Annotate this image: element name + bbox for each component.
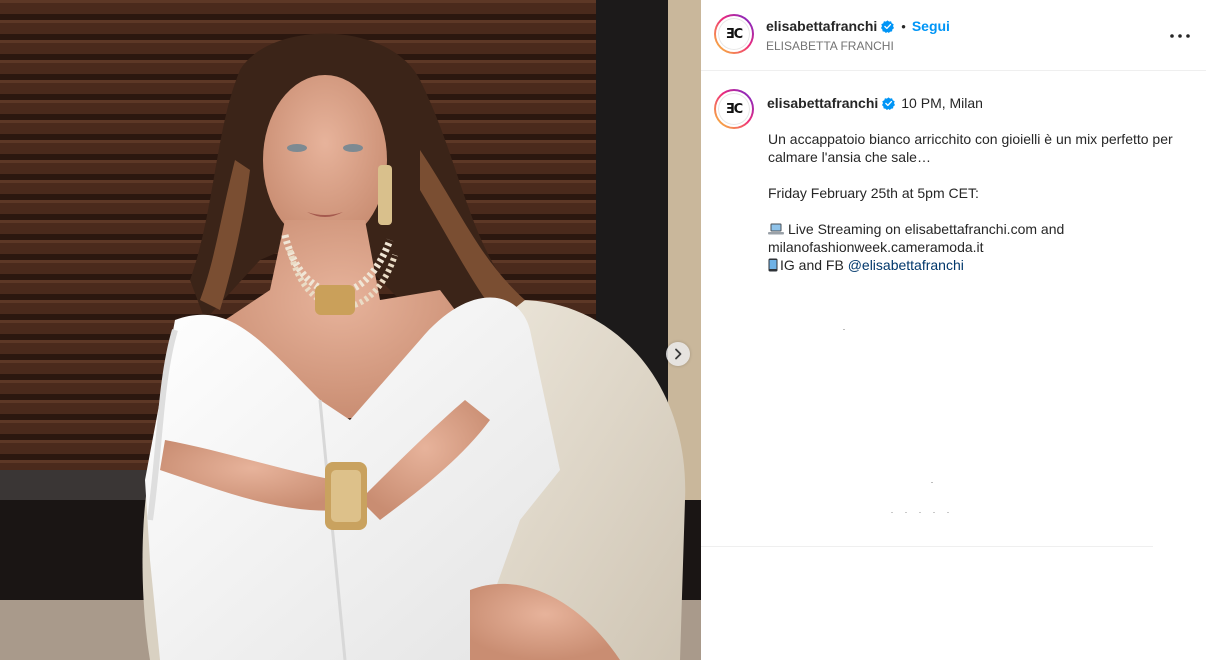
social-text: IG and FB: [780, 257, 848, 273]
caption-paragraph-2: Friday February 25th at 5pm CET:: [768, 185, 979, 201]
next-image-button[interactable]: [666, 342, 690, 366]
streaming-text: Live Streaming on elisabettafranchi.com …: [768, 221, 1065, 255]
verified-badge-icon: [882, 96, 896, 110]
caption-avatar-image: ƎC: [716, 91, 752, 127]
caption-text: Un accappatoio bianco arricchito con gio…: [768, 130, 1188, 274]
more-options-icon[interactable]: [1168, 24, 1192, 48]
separator-dot: •: [901, 18, 906, 34]
mobile-phone-icon: [768, 258, 778, 272]
comments-divider: [701, 546, 1153, 547]
caption-streaming-line: Live Streaming on elisabettafranchi.com …: [768, 220, 1188, 256]
caption-header: elisabettafranchi 10 PM, Milan: [767, 95, 983, 111]
header-subtitle: ELISABETTA FRANCHI: [766, 39, 894, 53]
speck: [931, 482, 933, 483]
post-header: ƎC elisabettafranchi • Segui ELISABETTA …: [701, 0, 1206, 71]
caption-time-location: 10 PM, Milan: [901, 95, 983, 111]
caption-paragraph-1: Un accappatoio bianco arricchito con gio…: [768, 131, 1173, 165]
follow-button[interactable]: Segui: [912, 18, 950, 34]
post-details-panel: ƎC elisabettafranchi • Segui ELISABETTA …: [701, 0, 1206, 660]
caption-social-line: IG and FB @elisabettafranchi: [768, 256, 1188, 274]
caption-avatar[interactable]: ƎC: [714, 89, 754, 129]
brand-logo-icon: ƎC: [725, 101, 743, 117]
brand-logo-icon: ƎC: [725, 26, 743, 42]
post-image[interactable]: [0, 0, 701, 660]
speck: [843, 329, 845, 330]
more-options-dots: [1170, 34, 1190, 38]
verified-badge-icon: [881, 19, 895, 33]
header-name-row: elisabettafranchi • Segui: [766, 18, 950, 34]
mention-link[interactable]: @elisabettafranchi: [848, 257, 964, 273]
speck-row: [891, 512, 961, 513]
profile-avatar[interactable]: ƎC: [714, 14, 754, 54]
chevron-right-icon: [675, 348, 682, 360]
photo-illustration: [0, 0, 701, 660]
avatar-image: ƎC: [716, 16, 752, 52]
caption-username-link[interactable]: elisabettafranchi: [767, 95, 878, 111]
header-username-link[interactable]: elisabettafranchi: [766, 18, 877, 34]
laptop-icon: [768, 223, 784, 235]
